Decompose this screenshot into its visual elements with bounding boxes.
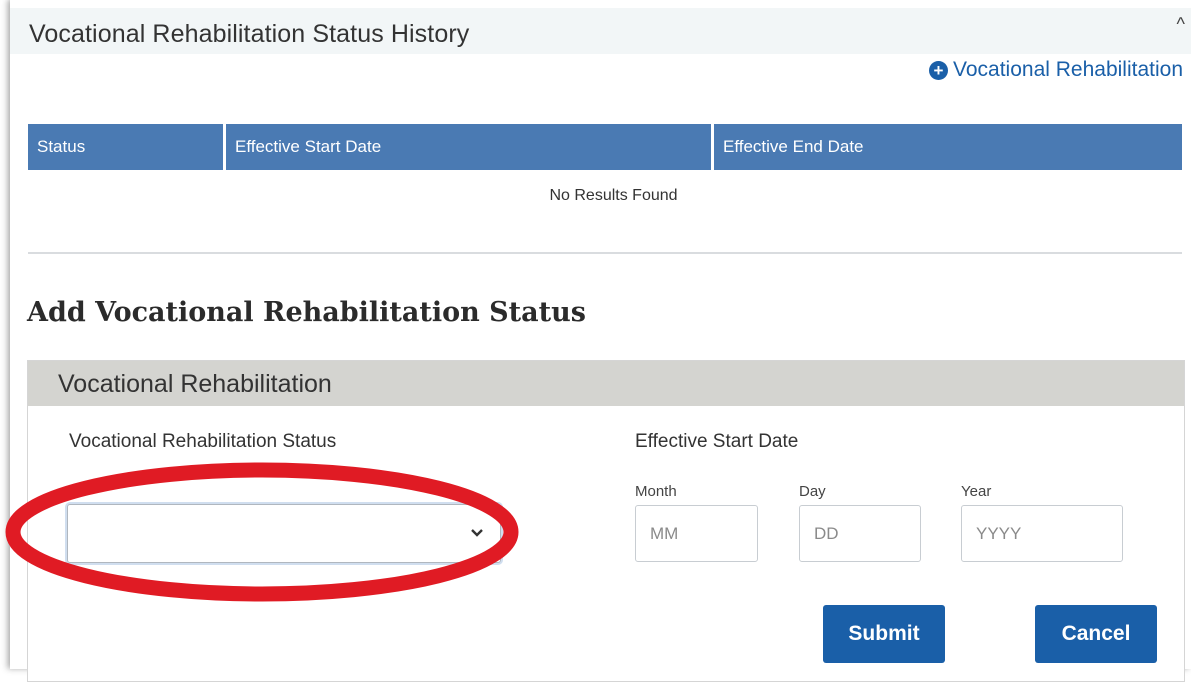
add-vocational-rehabilitation-link[interactable]: + Vocational Rehabilitation <box>929 58 1183 82</box>
year-label: Year <box>961 483 992 500</box>
card-title: Vocational Rehabilitation <box>58 370 332 398</box>
month-label: Month <box>635 483 677 500</box>
table-header-row: Status Effective Start Date Effective En… <box>28 124 1182 170</box>
year-input[interactable]: YYYY <box>961 505 1123 562</box>
submit-button[interactable]: Submit <box>823 605 945 663</box>
status-history-panel: Vocational Rehabilitation Status History… <box>10 0 1191 682</box>
start-date-label: Effective Start Date <box>635 431 799 452</box>
status-select[interactable] <box>67 504 501 563</box>
section-header[interactable]: Vocational Rehabilitation Status History… <box>10 8 1191 54</box>
empty-table-message-text: No Results Found <box>549 187 678 204</box>
chevron-up-icon[interactable]: ^ <box>1177 14 1185 35</box>
chevron-down-icon <box>470 522 484 543</box>
section-title: Vocational Rehabilitation Status History <box>29 20 470 48</box>
column-header-effective-start-date[interactable]: Effective Start Date <box>226 124 711 170</box>
status-field-label: Vocational Rehabilitation Status <box>69 431 337 452</box>
cancel-button[interactable]: Cancel <box>1035 605 1157 663</box>
empty-table-message: No Results Found <box>10 187 1191 205</box>
vocational-rehabilitation-form-card: Vocational Rehabilitation Vocational Reh… <box>27 360 1185 682</box>
month-input[interactable]: MM <box>635 505 758 562</box>
day-label: Day <box>799 483 826 500</box>
divider <box>28 252 1182 254</box>
day-input[interactable]: DD <box>799 505 921 562</box>
column-header-status[interactable]: Status <box>28 124 223 170</box>
card-header: Vocational Rehabilitation <box>28 361 1184 406</box>
column-header-effective-end-date[interactable]: Effective End Date <box>714 124 1182 170</box>
add-link-label: Vocational Rehabilitation <box>953 58 1183 81</box>
form-heading: Add Vocational Rehabilitation Status <box>27 297 586 328</box>
plus-circle-icon: + <box>929 60 948 80</box>
